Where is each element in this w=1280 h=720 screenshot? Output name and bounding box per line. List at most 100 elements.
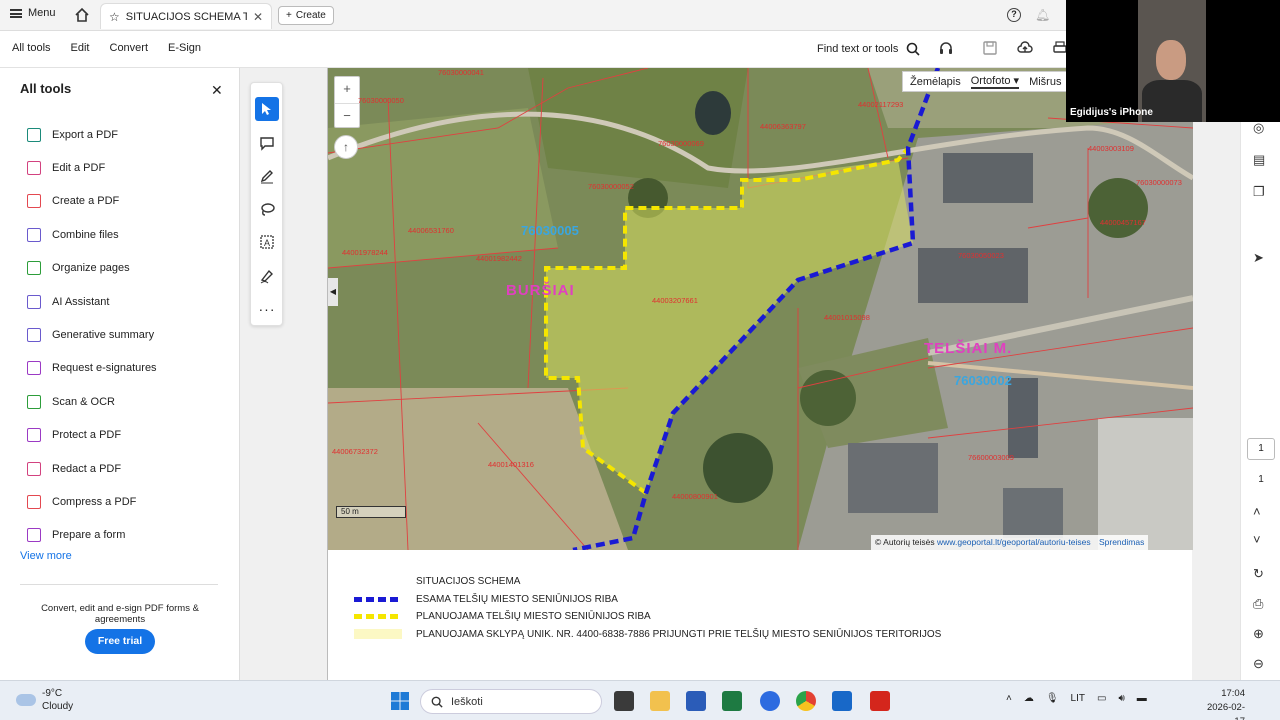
parcel-label: 44006732372 xyxy=(332,447,378,456)
tab-e-sign[interactable]: E-Sign xyxy=(168,42,201,54)
bookmarks-icon[interactable]: ▤ xyxy=(1253,152,1265,168)
tab-edit[interactable]: Edit xyxy=(71,42,90,54)
chevron-up-icon[interactable]: ˄ xyxy=(1253,504,1261,519)
page-number-input[interactable]: 1 xyxy=(1247,438,1275,460)
excel-icon[interactable] xyxy=(722,691,742,711)
search-icon xyxy=(431,696,443,708)
chevron-up-icon[interactable]: ˄ xyxy=(1006,693,1012,704)
parcel-label: 76030050023 xyxy=(958,251,1004,260)
compass-icon[interactable]: ↑ xyxy=(334,135,358,159)
network-icon[interactable]: ▭ xyxy=(1097,693,1106,704)
outlook-icon[interactable] xyxy=(832,691,852,711)
text-select-tool[interactable]: A xyxy=(255,230,279,254)
cadastre-area-label: 76030005 xyxy=(521,223,579,238)
video-call-overlay[interactable]: Egidijus's iPhone xyxy=(1066,0,1280,122)
zoom-out-icon[interactable]: ⊖ xyxy=(1253,656,1264,672)
tab-convert[interactable]: Convert xyxy=(110,42,149,54)
windows-start-icon[interactable] xyxy=(390,691,410,711)
attribution-text: © Autorių teisės xyxy=(875,537,935,547)
upload-icon[interactable] xyxy=(1017,40,1033,56)
tool-redact-pdf[interactable]: Redact a PDF xyxy=(27,452,157,485)
tool-organize-pages[interactable]: Organize pages xyxy=(27,252,157,285)
quick-tools-strip: A ··· xyxy=(250,82,283,326)
tab-orthophoto-label: Ortofoto xyxy=(970,75,1011,87)
signature-icon xyxy=(27,361,41,376)
tool-protect-pdf[interactable]: Protect a PDF xyxy=(27,419,157,452)
view-more-link[interactable]: View more xyxy=(20,550,72,562)
parcel-label: 76030000050 xyxy=(358,96,404,105)
microphone-icon[interactable]: 🎙︎ xyxy=(1046,693,1059,704)
notifications-icon[interactable]: 🔔︎ xyxy=(1035,8,1050,22)
clock-time: 17:04 xyxy=(1221,688,1245,699)
select-tool[interactable] xyxy=(255,97,279,121)
help-icon[interactable]: ? xyxy=(1007,8,1021,22)
close-tab-icon[interactable]: ✕ xyxy=(253,10,263,24)
lasso-tool[interactable] xyxy=(255,197,279,221)
pages-icon[interactable]: ❐ xyxy=(1253,184,1265,200)
volume-icon[interactable]: 🔊︎ xyxy=(1118,693,1124,704)
menu-button[interactable]: Menu xyxy=(10,7,56,19)
solution-link[interactable]: Sprendimas xyxy=(1099,537,1144,547)
tab-all-tools[interactable]: All tools xyxy=(12,42,51,54)
summary-icon xyxy=(27,328,41,343)
zoom-out-icon[interactable]: − xyxy=(335,103,359,129)
tab-hybrid[interactable]: Mišrus xyxy=(1029,76,1061,88)
tool-combine-files[interactable]: Combine files xyxy=(27,218,157,251)
task-view-icon[interactable] xyxy=(614,691,634,711)
system-clock[interactable]: 17:04 2026-02-17 xyxy=(1205,687,1245,720)
yellow-fill-symbol xyxy=(354,629,402,640)
collapse-panel-handle[interactable]: ◀ xyxy=(328,278,338,306)
tools-list: Export a PDF Edit a PDF Create a PDF Com… xyxy=(27,118,157,552)
free-trial-button[interactable]: Free trial xyxy=(85,629,155,654)
zoom-in-icon[interactable]: + xyxy=(335,77,359,103)
tool-scan-ocr[interactable]: Scan & OCR xyxy=(27,385,157,418)
comments-icon[interactable]: ◎ xyxy=(1253,120,1264,136)
create-button[interactable]: + Create xyxy=(278,6,334,25)
chevron-down-icon[interactable]: ˅ xyxy=(1253,532,1261,547)
onedrive-icon[interactable]: ☁ xyxy=(1024,693,1034,704)
draw-tool[interactable] xyxy=(255,164,279,188)
tool-export-pdf[interactable]: Export a PDF xyxy=(27,118,157,151)
tool-label: Export a PDF xyxy=(52,128,119,141)
tool-create-pdf[interactable]: Create a PDF xyxy=(27,185,157,218)
tab-map[interactable]: Žemėlapis xyxy=(910,76,961,88)
zoom-icon[interactable] xyxy=(760,691,780,711)
tool-ai-assistant[interactable]: AI Assistant xyxy=(27,285,157,318)
tool-compress-pdf[interactable]: Compress a PDF xyxy=(27,485,157,518)
read-aloud-icon[interactable] xyxy=(938,40,954,56)
chrome-icon[interactable] xyxy=(796,691,816,711)
language-indicator[interactable]: LIT xyxy=(1071,693,1085,704)
tool-edit-pdf[interactable]: Edit a PDF xyxy=(27,151,157,184)
refresh-icon[interactable]: ↻ xyxy=(1253,566,1264,582)
legend-title-row: SITUACIJOS SCHEMA xyxy=(354,573,941,591)
sign-tool[interactable] xyxy=(255,264,279,288)
tool-generative-summary[interactable]: Generative summary xyxy=(27,318,157,351)
weather-condition: Cloudy xyxy=(42,701,74,712)
save-icon[interactable] xyxy=(982,40,998,56)
text-box-icon: A xyxy=(260,235,274,249)
parcel-label: 44001982442 xyxy=(476,254,522,263)
extract-icon[interactable]: ⎙ xyxy=(1253,596,1263,612)
parcel-label: 76030000069 xyxy=(658,139,704,148)
file-explorer-icon[interactable] xyxy=(650,691,670,711)
tool-prepare-form[interactable]: Prepare a form xyxy=(27,519,157,552)
zoom-in-icon[interactable]: ⊕ xyxy=(1253,626,1264,642)
tool-request-esignatures[interactable]: Request e-signatures xyxy=(27,352,157,385)
find-label: Find text or tools xyxy=(817,43,899,55)
tab-orthophoto[interactable]: Ortofoto ▾ xyxy=(970,74,1020,89)
tool-label: AI Assistant xyxy=(52,295,110,308)
attribution-link[interactable]: www.geoportal.lt/geoportal/autoriu-teise… xyxy=(937,537,1091,547)
star-icon[interactable]: ☆ xyxy=(109,10,120,24)
battery-icon[interactable]: ▬ xyxy=(1137,693,1147,704)
tab-title: SITUACIJOS SCHEMA TE... xyxy=(125,10,247,23)
taskbar-search[interactable]: Ieškoti xyxy=(420,689,602,714)
document-tab[interactable]: ☆ SITUACIJOS SCHEMA TE... ✕ xyxy=(100,3,272,29)
close-panel-icon[interactable]: ✕ xyxy=(211,82,223,99)
acrobat-icon[interactable] xyxy=(870,691,890,711)
comment-tool[interactable] xyxy=(255,131,279,155)
find-tools[interactable]: Find text or tools xyxy=(817,42,920,56)
more-tools-icon[interactable]: ··· xyxy=(255,297,279,321)
home-icon[interactable] xyxy=(74,7,90,23)
weather-widget[interactable]: -9°C Cloudy xyxy=(16,687,73,713)
word-icon[interactable] xyxy=(686,691,706,711)
